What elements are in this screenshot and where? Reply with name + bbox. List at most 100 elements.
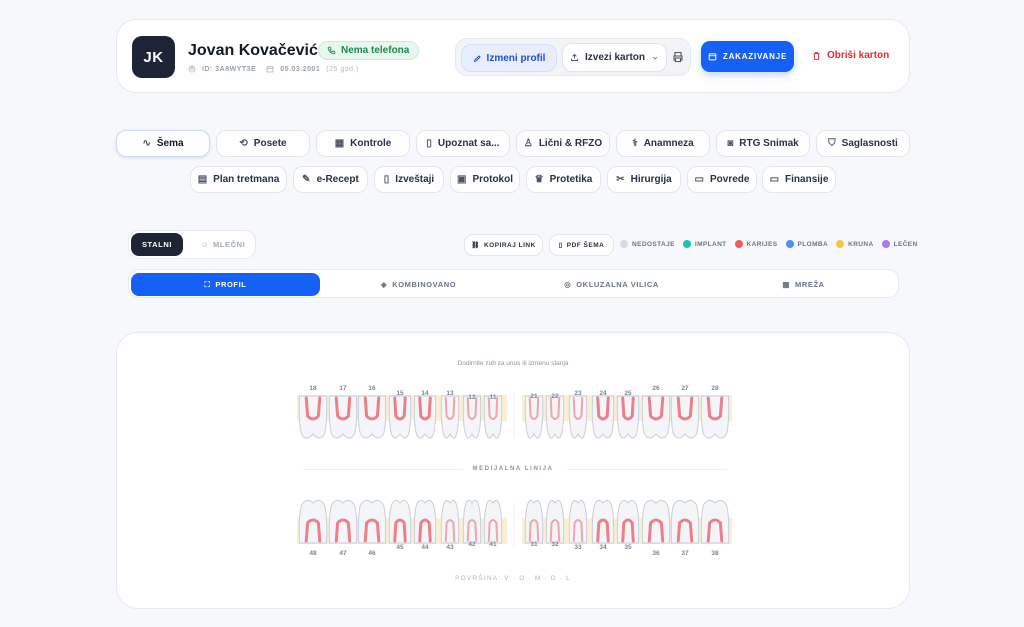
patient-meta: ID: 3A8WYT3E 05.03.2001 (25 god.)	[188, 65, 359, 73]
tooth-crown	[616, 395, 640, 439]
view-tab-label: PROFIL	[215, 280, 247, 289]
tooth-47[interactable]: 47	[328, 499, 358, 557]
tooth-21[interactable]: 21	[524, 393, 544, 439]
tooth-24[interactable]: 24	[591, 390, 615, 439]
tooth-22[interactable]: 22	[545, 393, 565, 439]
tab-label: Šema	[156, 138, 184, 149]
tooth-45[interactable]: 45	[388, 499, 412, 551]
tooth-34[interactable]: 34	[591, 499, 615, 551]
tab-saglasnosti[interactable]: ⛉ Saglasnosti	[816, 130, 910, 157]
tooth-37[interactable]: 37	[670, 499, 700, 557]
tab-plan-tretmana[interactable]: ▤ Plan tretmana	[190, 166, 287, 193]
view-tab-label: OKLUZALNA VILICA	[576, 280, 659, 289]
tooth-crown	[298, 499, 328, 544]
tab-posete[interactable]: ⟲ Posete	[216, 130, 310, 157]
edit-profile-button[interactable]: Izmeni profil	[461, 44, 557, 72]
pdf-chart-button[interactable]: ▯ PDF ŠEMA	[549, 234, 614, 256]
export-dropdown-button[interactable]: Izvezi karton	[562, 43, 667, 72]
id-icon	[188, 65, 196, 73]
tooth-33[interactable]: 33	[568, 499, 588, 551]
tooth-number: 31	[530, 541, 538, 548]
tooth-44[interactable]: 44	[413, 499, 437, 551]
tooth-number: 26	[652, 385, 660, 392]
tab-anamneza[interactable]: ⚕ Anamneza	[616, 130, 710, 157]
tooth-number: 24	[599, 390, 607, 397]
tooth-number: 41	[489, 541, 497, 548]
tooth-48[interactable]: 48	[298, 499, 328, 557]
tooth-15[interactable]: 15	[388, 390, 412, 439]
tooth-35[interactable]: 35	[616, 499, 640, 551]
tooth-25[interactable]: 25	[616, 390, 640, 439]
legend-label: KARIJES	[746, 240, 778, 248]
tooth-12[interactable]: 12	[462, 394, 482, 439]
tab-protokol[interactable]: ▣ Protokol	[450, 166, 520, 193]
tooth-23[interactable]: 23	[568, 390, 588, 439]
tooth-crown	[700, 499, 730, 544]
tooth-number: 28	[711, 385, 719, 392]
legend-item-treated: LEČEN	[881, 240, 918, 248]
copy-link-button[interactable]: ⛓ KOPIRAJ LINK	[464, 234, 543, 256]
view-tab-mreza[interactable]: ▦ MREŽA	[709, 273, 898, 296]
tooth-36[interactable]: 36	[641, 499, 671, 557]
tab-povrede[interactable]: ▭ Povrede	[687, 166, 757, 193]
tab-e-recept[interactable]: ✎ e-Recept	[293, 166, 368, 193]
file-icon: ▯	[383, 174, 390, 185]
tooth-43[interactable]: 43	[440, 499, 460, 551]
tooth-41[interactable]: 41	[483, 499, 503, 548]
schedule-label: ZAKAZIVANJE	[722, 52, 788, 61]
tab-upoznat[interactable]: ▯ Upoznat sa...	[416, 130, 510, 157]
link-icon: ⛓	[471, 242, 480, 249]
tooth-18[interactable]: 18	[298, 385, 328, 439]
legend-dot	[881, 240, 890, 248]
legend-label: KRUNA	[848, 240, 874, 248]
tab-finansije[interactable]: ▭ Finansije	[762, 166, 836, 193]
tab-licni-rfzo[interactable]: ♙ Lični & RFZO	[516, 130, 610, 157]
tab-rtg-snimak[interactable]: ◙ RTG Snimak	[716, 130, 810, 157]
tooth-crown	[298, 395, 328, 439]
tooth-27[interactable]: 27	[670, 385, 700, 439]
tooth-32[interactable]: 32	[545, 499, 565, 548]
tab-kontrole[interactable]: ▦ Kontrole	[316, 130, 410, 157]
tooth-number: 23	[574, 390, 582, 397]
dentition-primary-label: MLEČNI	[212, 240, 246, 249]
tooth-28[interactable]: 28	[700, 385, 730, 439]
patient-name: Jovan Kovačević	[188, 42, 318, 59]
tooth-31[interactable]: 31	[524, 499, 544, 548]
printer-icon	[673, 51, 683, 63]
view-tab-profil[interactable]: ⛶ PROFIL	[131, 273, 320, 296]
schedule-button[interactable]: ZAKAZIVANJE	[701, 41, 794, 72]
legend-label: LEČEN	[893, 240, 918, 248]
tooth-42[interactable]: 42	[462, 499, 482, 548]
tooth-crown	[700, 395, 730, 439]
legend-item-caries: KARIJES	[734, 240, 778, 248]
tooth-16[interactable]: 16	[357, 385, 387, 439]
tooth-46[interactable]: 46	[357, 499, 387, 557]
tooth-crown	[413, 395, 437, 439]
tooth-38[interactable]: 38	[700, 499, 730, 557]
legend-dot	[785, 240, 794, 248]
tooth-11[interactable]: 11	[483, 394, 503, 439]
tooth-crown	[462, 395, 482, 439]
dentition-primary-button[interactable]: ☺ MLEČNI	[195, 233, 251, 256]
tooth-13[interactable]: 13	[440, 390, 460, 439]
tooth-17[interactable]: 17	[328, 385, 358, 439]
dentition-permanent-button[interactable]: STALNI	[131, 233, 183, 256]
camera-icon: ◙	[727, 138, 734, 149]
tab-izvestaji[interactable]: ▯ Izveštaji	[374, 166, 444, 193]
tab-hirurgija[interactable]: ✂ Hirurgija	[607, 166, 681, 193]
tooth-crown	[440, 395, 460, 439]
tooth-14[interactable]: 14	[413, 390, 437, 439]
tab-label: Hirurgija	[630, 174, 672, 185]
tooth-crown	[388, 499, 412, 544]
tab-sema[interactable]: ∿ Šema	[116, 130, 210, 157]
tooth-number: 36	[652, 550, 660, 557]
tab-label: Kontrole	[350, 138, 392, 149]
view-tab-kombinovano[interactable]: ◈ KOMBINOVANO	[324, 273, 513, 296]
tab-protetika[interactable]: ♛ Protetika	[526, 166, 601, 193]
tooth-26[interactable]: 26	[641, 385, 671, 439]
view-tab-okluzalna[interactable]: ◎ OKLUZALNA VILICA	[517, 273, 706, 296]
delete-chart-button[interactable]: Obriši karton	[812, 50, 889, 61]
tooth-number: 18	[309, 385, 317, 392]
print-button[interactable]	[670, 49, 686, 65]
legend-dot	[620, 240, 628, 248]
